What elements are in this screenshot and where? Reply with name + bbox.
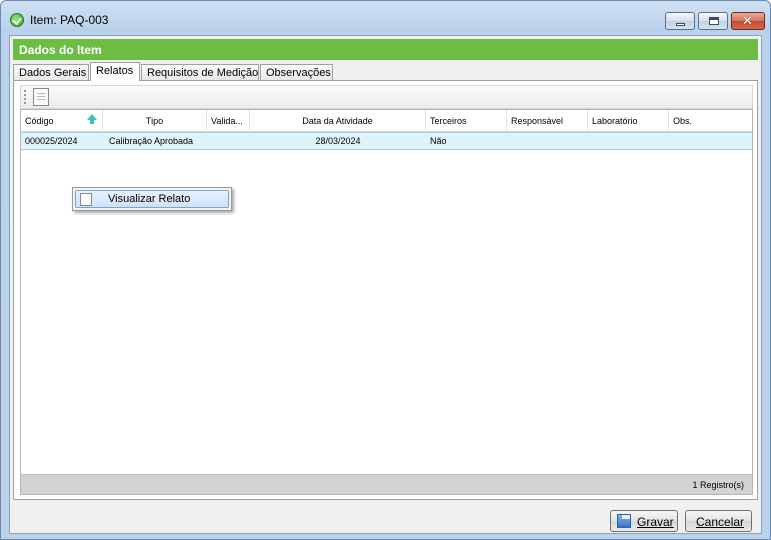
cancel-button[interactable]: Cancelar <box>685 510 752 532</box>
document-icon <box>80 193 92 206</box>
minimize-button[interactable] <box>665 12 695 30</box>
cancel-button-label: Cancelar <box>696 515 745 529</box>
column-header-tipo[interactable]: Tipo <box>103 110 207 132</box>
cell-data-atividade: 28/03/2024 <box>315 136 361 146</box>
tab-requisitos-de-medicao[interactable]: Requisitos de Medição <box>141 64 259 81</box>
save-icon <box>617 514 631 528</box>
save-button[interactable]: Gravar <box>610 510 678 532</box>
maximize-icon <box>709 17 719 25</box>
title-bar[interactable]: Item: PAQ-003 ✕ <box>1 1 770 37</box>
close-button[interactable]: ✕ <box>731 12 765 30</box>
column-header-obs[interactable]: Obs. <box>669 110 752 132</box>
column-header-data-atividade[interactable]: Data da Atividade <box>250 110 426 132</box>
context-menu: Visualizar Relato <box>72 187 232 211</box>
menu-item-visualizar-relato[interactable]: Visualizar Relato <box>75 190 229 208</box>
new-document-icon[interactable] <box>33 88 49 106</box>
column-header-responsavel[interactable]: Responsável <box>507 110 588 132</box>
sort-ascending-icon <box>87 114 97 124</box>
table-row[interactable]: 000025/2024 Calibração Aprobada 28/03/20… <box>21 132 752 150</box>
column-header-validade[interactable]: Valida... <box>207 110 250 132</box>
save-button-label: Gravar <box>637 515 674 529</box>
section-header: Dados do Item <box>13 39 758 60</box>
menu-item-label: Visualizar Relato <box>108 193 191 205</box>
cell-tipo: Calibração Aprobada <box>109 136 194 146</box>
relatos-panel: Código Tipo Valida... Data da Atividade … <box>13 80 758 500</box>
close-icon: ✕ <box>742 14 753 29</box>
column-header-codigo[interactable]: Código <box>21 110 103 132</box>
app-check-icon <box>10 13 24 27</box>
record-count: 1 Registro(s) <box>692 480 744 490</box>
grid-footer: 1 Registro(s) <box>21 474 752 494</box>
relatos-grid: Código Tipo Valida... Data da Atividade … <box>20 109 753 495</box>
column-label: Código <box>25 116 54 126</box>
maximize-button[interactable] <box>698 12 728 30</box>
grid-header: Código Tipo Valida... Data da Atividade … <box>21 110 752 132</box>
cell-codigo: 000025/2024 <box>25 136 78 146</box>
tab-relatos[interactable]: Relatos <box>90 62 140 81</box>
window-title: Item: PAQ-003 <box>30 13 109 27</box>
toolbar-grip[interactable] <box>24 90 26 104</box>
cell-terceiros: Não <box>430 136 447 146</box>
tab-dados-gerais[interactable]: Dados Gerais <box>13 64 89 81</box>
dialog-client-area: Dados do Item Dados Gerais Relatos Requi… <box>9 35 762 534</box>
grid-toolbar <box>20 85 753 109</box>
column-header-laboratorio[interactable]: Laboratório <box>588 110 669 132</box>
tab-observacoes[interactable]: Observações <box>260 64 333 81</box>
minimize-icon <box>676 23 685 26</box>
dialog-window: Item: PAQ-003 ✕ Dados do Item Dados Gera… <box>0 0 771 540</box>
column-header-terceiros[interactable]: Terceiros <box>426 110 507 132</box>
